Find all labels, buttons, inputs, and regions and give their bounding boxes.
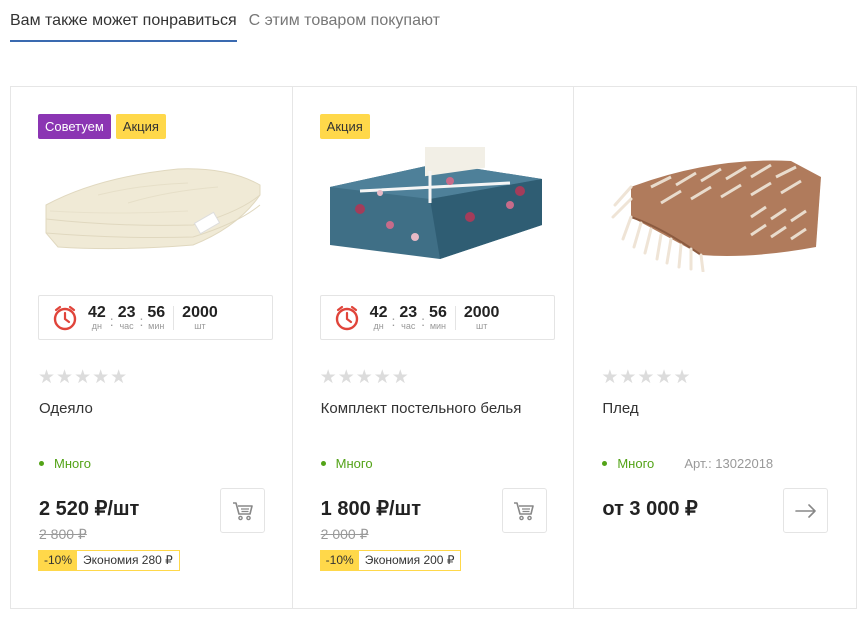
cart-icon <box>232 501 253 520</box>
timer-hours-value: 23 <box>399 303 418 321</box>
rating-stars[interactable]: ★★★★★ <box>320 366 410 389</box>
timer-quantity: 2000 шт <box>182 303 218 331</box>
cart-icon <box>514 501 534 520</box>
add-to-cart-button[interactable] <box>501 488 547 533</box>
product-name[interactable]: Одеяло <box>39 395 259 423</box>
timer-days: 42 дн <box>369 303 388 331</box>
stock-dot-icon <box>39 461 44 467</box>
savings-label: Экономия 280 ₽ <box>83 553 173 567</box>
discount-info: -10% Экономия 200 ₽ <box>319 550 462 571</box>
timer-quantity-value: 2000 <box>182 303 218 321</box>
timer-separator: : <box>109 312 114 329</box>
sale-badge: Акция <box>319 114 370 139</box>
discount-percent: -10% <box>320 551 359 570</box>
stock-dot-icon <box>320 461 326 467</box>
product-image-bedding-set[interactable] <box>320 147 550 272</box>
stock-label: Много <box>617 456 655 471</box>
clock-icon <box>53 305 77 330</box>
timer-minutes: 56 мин <box>429 303 447 331</box>
badges: Акция <box>319 114 370 139</box>
rating-stars[interactable]: ★★★★★ <box>38 366 128 389</box>
discount-percent: -10% <box>39 551 78 570</box>
arrow-right-icon <box>795 503 816 518</box>
timer-minutes-value: 56 <box>147 303 166 321</box>
recommend-badge: Советуем <box>38 114 111 139</box>
timer-separator: : <box>391 312 396 329</box>
product-name[interactable]: Плед <box>602 395 822 423</box>
badges: Советуем Акция <box>38 114 166 139</box>
product-name[interactable]: Комплект постельного белья <box>321 395 541 423</box>
sale-badge: Акция <box>115 114 166 139</box>
rating-stars[interactable]: ★★★★★ <box>601 366 691 389</box>
product-price: 1 800 ₽/шт <box>320 498 422 520</box>
timer-hours: 23 час <box>399 303 418 331</box>
countdown-timer: 42 дн : 23 час : 56 мин 2000 шт <box>38 295 273 340</box>
stock-label: Много <box>335 456 373 471</box>
tab-bar: Вам также может понравиться С этим товар… <box>10 0 452 42</box>
discount-info: -10% Экономия 280 ₽ <box>38 550 180 571</box>
product-price: от 3 000 ₽ <box>602 498 698 520</box>
stock-label: Много <box>54 456 91 471</box>
timer-minutes: 56 мин <box>147 303 166 331</box>
savings-label: Экономия 200 ₽ <box>364 553 455 567</box>
timer-days-label: дн <box>91 320 103 331</box>
timer-days: 42 дн <box>88 303 106 331</box>
timer-hours-label: час <box>401 320 416 331</box>
stock-dot-icon <box>602 461 608 467</box>
tab-bought-together[interactable]: С этим товаром покупают <box>249 0 440 42</box>
timer-divider <box>173 305 175 330</box>
timer-days-label: дн <box>373 320 384 331</box>
stock-status: Много <box>602 456 654 471</box>
timer-days-value: 42 <box>369 303 388 321</box>
product-card[interactable]: Акция 42 дн : 23 час : 56 мин 2000 шт ★★… <box>293 87 575 608</box>
old-price: 2 800 ₽ <box>39 526 87 542</box>
timer-hours-value: 23 <box>117 303 136 321</box>
stock-status: Много <box>39 456 91 471</box>
article-number: Арт.: 13022018 <box>684 456 774 471</box>
old-price: 2 000 ₽ <box>320 526 369 542</box>
tab-you-may-like[interactable]: Вам также может понравиться <box>10 0 237 42</box>
timer-quantity-value: 2000 <box>463 303 500 321</box>
timer-days-value: 42 <box>88 303 106 321</box>
timer-minutes-value: 56 <box>429 303 447 321</box>
product-card[interactable]: ★★★★★ Плед Много Арт.: 13022018 от 3 000… <box>574 87 856 608</box>
timer-hours: 23 час <box>117 303 136 331</box>
product-image-blanket[interactable] <box>38 147 268 272</box>
timer-hours-label: час <box>119 320 134 331</box>
product-image-plaid[interactable] <box>601 147 831 272</box>
product-card[interactable]: Советуем Акция 42 дн : 23 час : 56 мин 2000… <box>11 87 293 608</box>
product-price: 2 520 ₽/шт <box>39 498 140 520</box>
add-to-cart-button[interactable] <box>220 488 265 533</box>
countdown-timer: 42 дн : 23 час : 56 мин 2000 шт <box>319 295 555 340</box>
clock-icon <box>335 305 358 330</box>
timer-divider <box>454 305 456 330</box>
stock-status: Много <box>320 456 373 471</box>
timer-minutes-label: мин <box>429 320 447 331</box>
view-product-button[interactable] <box>783 488 829 533</box>
product-grid: Советуем Акция 42 дн : 23 час : 56 мин 2000… <box>10 86 857 609</box>
timer-quantity: 2000 шт <box>463 303 500 331</box>
timer-separator: : <box>139 312 144 329</box>
timer-quantity-label: шт <box>194 320 206 331</box>
timer-minutes-label: мин <box>148 320 165 331</box>
timer-quantity-label: шт <box>475 320 488 331</box>
timer-separator: : <box>421 312 426 329</box>
